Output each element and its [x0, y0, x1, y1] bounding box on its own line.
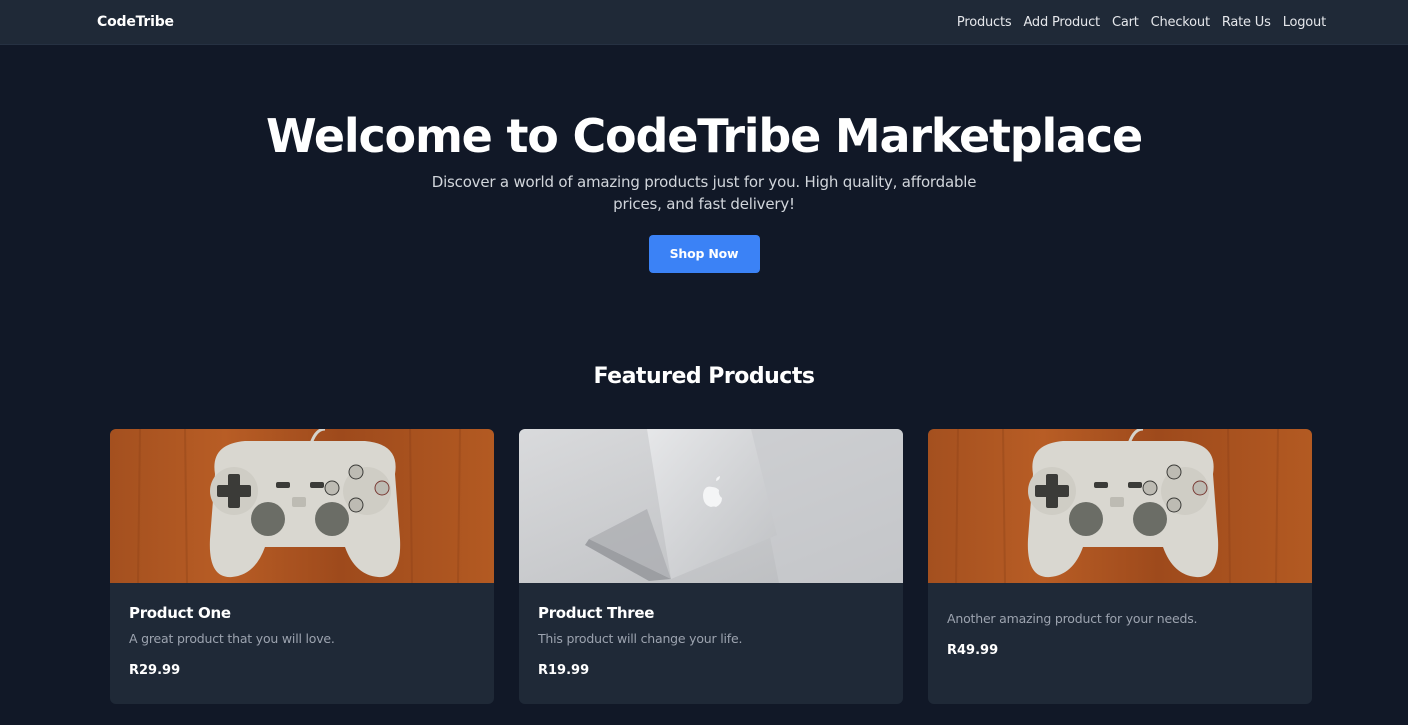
product-card-body: Another amazing product for your needs. … — [928, 611, 1312, 658]
product-card-body: Product Three This product will change y… — [519, 604, 903, 678]
featured-products-heading: Featured Products — [593, 364, 815, 389]
game-controller-image — [110, 429, 494, 583]
product-card[interactable]: Product Three This product will change y… — [519, 429, 903, 704]
nav-link-checkout[interactable]: Checkout — [1151, 15, 1210, 30]
hero-section: Welcome to CodeTribe Marketplace Discove… — [0, 45, 1408, 273]
game-controller-image — [928, 429, 1312, 583]
product-title: Product One — [129, 604, 231, 622]
product-price: R29.99 — [129, 663, 181, 678]
product-title: Product Three — [538, 604, 655, 622]
hero-subtitle: Discover a world of amazing products jus… — [431, 173, 977, 213]
shop-now-button[interactable]: Shop Now — [648, 235, 760, 273]
product-description: A great product that you will love. — [129, 631, 335, 646]
nav-links: Products Add Product Cart Checkout Rate … — [957, 15, 1326, 30]
navbar: CodeTribe Products Add Product Cart Chec… — [0, 0, 1408, 45]
product-description: Another amazing product for your needs. — [947, 611, 1198, 626]
product-card-body: Product One A great product that you wil… — [110, 604, 494, 678]
product-grid: Product One A great product that you wil… — [110, 429, 1312, 704]
nav-link-add-product[interactable]: Add Product — [1023, 15, 1100, 30]
hero-title: Welcome to CodeTribe Marketplace — [266, 109, 1143, 163]
nav-link-logout[interactable]: Logout — [1283, 15, 1327, 30]
nav-link-cart[interactable]: Cart — [1112, 15, 1139, 30]
brand-logo[interactable]: CodeTribe — [97, 14, 174, 30]
product-description: This product will change your life. — [538, 631, 743, 646]
laptop-image — [519, 429, 903, 583]
product-price: R49.99 — [947, 643, 999, 658]
product-card[interactable]: Product One A great product that you wil… — [110, 429, 494, 704]
product-card[interactable]: Another amazing product for your needs. … — [928, 429, 1312, 704]
nav-link-rate-us[interactable]: Rate Us — [1222, 15, 1271, 30]
product-price: R19.99 — [538, 663, 590, 678]
nav-link-products[interactable]: Products — [957, 15, 1012, 30]
